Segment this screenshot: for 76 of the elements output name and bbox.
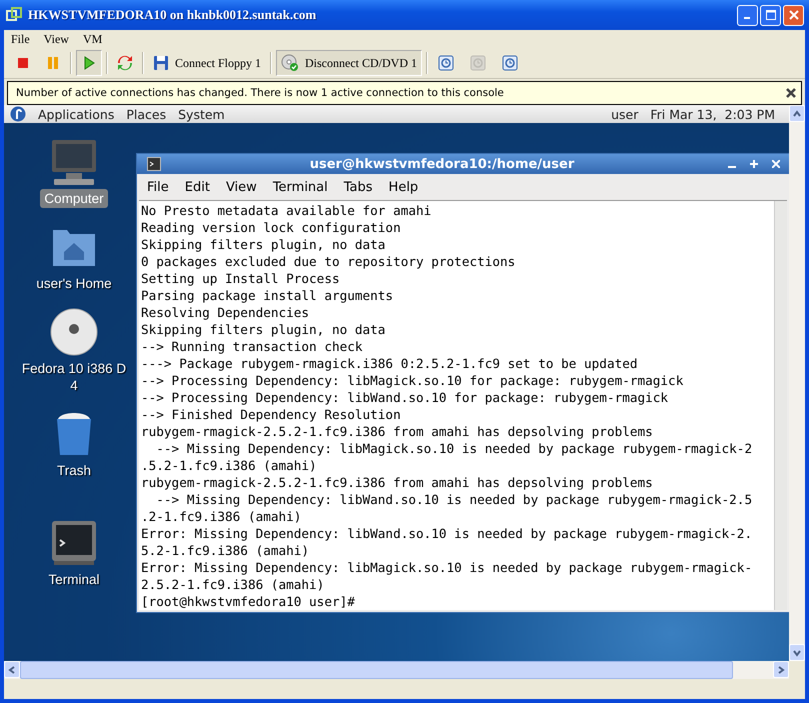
terminal-title: user@hkwstvmfedora10:/home/user [308, 156, 576, 172]
terminal-line: .5.2-1.fc9.i386 (amahi) [141, 457, 318, 474]
icon-label[interactable]: Computer [40, 189, 108, 208]
panel-menu[interactable]: System [178, 106, 225, 122]
terminal-line: rubygem-rmagick-2.5.2-1.fc9.i386 from amahi has depsolving problems [141, 423, 654, 440]
terminal-line: 2.5.2-1.fc9.i386 (amahi) [141, 576, 326, 593]
play-icon [82, 56, 96, 70]
menu-item[interactable]: VM [82, 32, 102, 46]
disc-icon[interactable] [48, 307, 99, 357]
floppy-icon [153, 55, 169, 71]
scrollbar[interactable] [774, 201, 787, 610]
terminal-line: --> Processing Dependency: libWand.so.10 for package: rubygem-rmagick [141, 389, 670, 406]
terminal-line: [root@hkwstvmfedora10 user]# [141, 593, 356, 610]
menu-item[interactable]: Terminal [272, 180, 328, 194]
floppy-button[interactable]: Connect Floppy 1 [148, 50, 266, 76]
minimize-icon [744, 17, 750, 19]
terminal-icon [147, 157, 161, 171]
menu-item[interactable]: View [226, 180, 257, 194]
icon-label[interactable]: Fedora 10 i386 D 4 [18, 359, 130, 395]
minimize-icon [728, 166, 736, 168]
terminal-line: .2-1.fc9.i386 (amahi) [141, 508, 302, 525]
window-title: HKWSTVMFEDORA10 on hknbk0012.suntak.com [28, 7, 316, 23]
terminal-line: Resolving Dependencies [141, 304, 310, 321]
terminal-line: --> Missing Dependency: libMagick.so.10 is needed by package rubygem-rmagick-2 [155, 440, 754, 457]
terminal-line: --> Finished Dependency Resolution [141, 406, 402, 423]
clock-icon [500, 54, 519, 72]
terminal-line: Reading version lock configuration [141, 219, 402, 236]
plus-icon [750, 160, 758, 168]
horizontal-scrollbar[interactable] [4, 661, 789, 679]
panel-menu[interactable]: Applications [38, 106, 114, 122]
menu-item[interactable]: Tabs [344, 180, 373, 194]
terminal-line: rubygem-rmagick-2.5.2-1.fc9.i386 from amahi has depsolving problems [141, 474, 654, 491]
terminal-line: Skipping filters plugin, no data [141, 236, 386, 253]
terminal-line: Error: Missing Dependency: libMagick.so.10 is needed by package rubygem-rmagick- [141, 559, 754, 576]
menu-item[interactable]: View [44, 32, 69, 46]
user-name: user [611, 106, 638, 122]
refresh-icon [117, 55, 133, 71]
vertical-scrollbar[interactable] [789, 105, 805, 661]
close-button[interactable] [783, 4, 804, 26]
terminal-line: 0 packages excluded due to repository protections [141, 253, 516, 270]
terminal-line: ---> Package rubygem-rmagick.i386 0:2.5.2-1.fc9 set to be updated [141, 355, 639, 372]
menu-item[interactable]: File [147, 180, 169, 194]
terminal-line: Skipping filters plugin, no data [141, 321, 386, 338]
cd-button[interactable]: Disconnect CD/DVD 1 [276, 50, 422, 76]
icon-label[interactable]: user's Home [32, 274, 116, 293]
terminal-line: --> Processing Dependency: libMagick.so.10 for package: rubygem-rmagick [141, 372, 684, 389]
disc-icon [281, 54, 299, 72]
terminal-line: Parsing package install arguments [141, 287, 394, 304]
terminal-line: --> Running transaction check [141, 338, 364, 355]
close-icon[interactable] [785, 87, 797, 99]
computer-icon[interactable] [49, 137, 99, 187]
terminal-line: No Presto metadata available for amahi [141, 202, 432, 219]
clock: Fri Mar 13, 2:03 PM [650, 106, 775, 122]
stop-icon [16, 56, 30, 70]
close-icon [772, 160, 780, 168]
maximize-button[interactable] [760, 4, 781, 26]
clock-icon [468, 54, 487, 72]
clock-icon [436, 54, 455, 72]
close-icon [788, 10, 798, 20]
menu-item[interactable]: Help [388, 180, 418, 194]
play-button[interactable] [76, 50, 102, 76]
app-icon [6, 7, 22, 23]
terminal-line: Setting up Install Process [141, 270, 341, 287]
maximize-icon [766, 10, 776, 20]
terminal-line: --> Missing Dependency: libWand.so.10 is needed by package rubygem-rmagick-2.5 [155, 491, 754, 508]
notification-text: Number of active connections has changed. There is now 1 active connection to this console [16, 87, 504, 99]
minimize-button[interactable] [737, 4, 758, 26]
menu-item[interactable]: Edit [184, 180, 210, 194]
logo-icon [10, 106, 26, 122]
pause-icon [46, 56, 60, 70]
menu-item[interactable]: File [11, 32, 30, 46]
icon-label[interactable]: Terminal [44, 570, 104, 589]
terminal-line: 5.2-1.fc9.i386 (amahi) [141, 542, 310, 559]
icon-label[interactable]: Trash [52, 461, 95, 480]
panel-menu[interactable]: Places [126, 106, 166, 122]
terminal-line: Error: Missing Dependency: libWand.so.10 is needed by package rubygem-rmagick-2. [141, 525, 754, 542]
